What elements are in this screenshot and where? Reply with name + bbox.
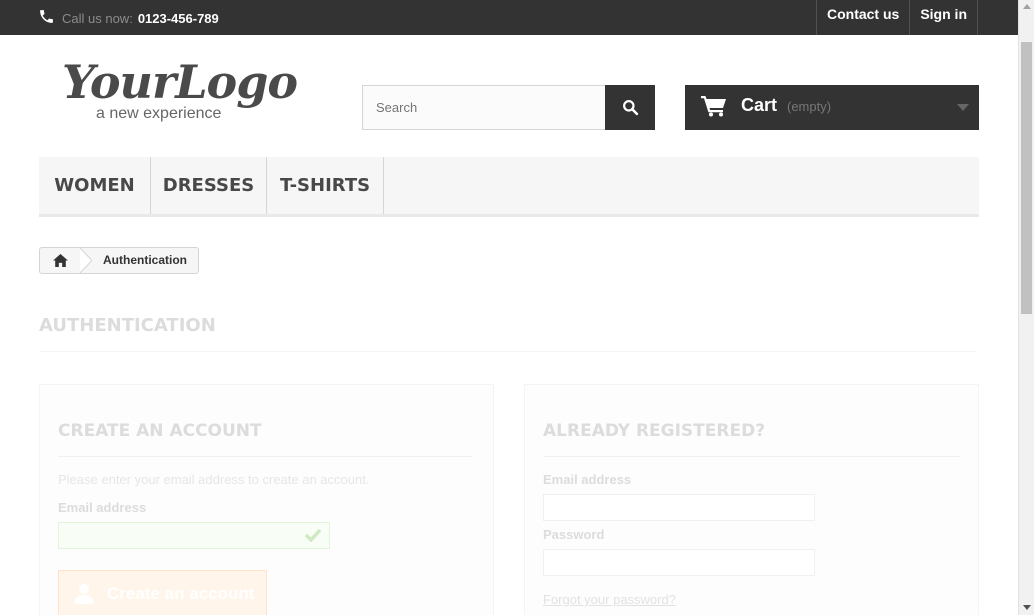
password-field[interactable]	[543, 549, 815, 576]
vertical-scrollbar[interactable]	[1018, 0, 1034, 615]
scroll-down-arrow[interactable]	[1023, 605, 1031, 610]
top-nav: Contact us Sign in	[815, 0, 978, 35]
menu-item-dresses[interactable]: DRESSES	[151, 157, 267, 214]
breadcrumb-home[interactable]	[40, 248, 80, 273]
cart-icon	[701, 96, 726, 117]
forgot-password-link[interactable]: Forgot your password?	[543, 592, 676, 607]
logo-tagline: a new experience	[96, 105, 222, 122]
create-account-box: CREATE AN ACCOUNT Please enter your emai…	[39, 384, 494, 615]
user-icon	[74, 584, 94, 604]
create-email-label: Email address	[58, 500, 147, 515]
password-label: Password	[543, 527, 605, 542]
phone-icon	[40, 9, 53, 23]
search-input[interactable]	[362, 85, 606, 130]
create-account-heading: CREATE AN ACCOUNT	[58, 421, 262, 441]
search-icon	[622, 100, 638, 116]
main-menu: WOMEN DRESSES T-SHIRTS	[39, 157, 979, 217]
cart-label: Cart	[741, 95, 778, 115]
create-account-description: Please enter your email address to creat…	[58, 472, 370, 487]
menu-item-t-shirts[interactable]: T-SHIRTS	[267, 157, 384, 214]
breadcrumb: Authentication	[39, 247, 199, 274]
top-bar: Call us now: 0123-456-789 Contact us Sig…	[0, 0, 1018, 35]
contact-us-link[interactable]: Contact us	[815, 0, 909, 35]
cart-status: (empty)	[787, 99, 832, 114]
menu-item-women[interactable]: WOMEN	[39, 157, 151, 214]
site-logo[interactable]: YourLogo a new experience	[60, 55, 300, 125]
home-icon	[52, 254, 68, 267]
phone-number: 0123-456-789	[137, 10, 219, 26]
login-email-field[interactable]	[543, 494, 815, 521]
login-box: ALREADY REGISTERED? Email address Passwo…	[524, 384, 979, 615]
logo-title: YourLogo	[62, 55, 298, 109]
create-account-button-label: Create an account	[107, 584, 255, 603]
check-icon	[304, 528, 322, 542]
divider	[58, 456, 473, 457]
caret-down-icon[interactable]	[957, 104, 969, 111]
login-email-label: Email address	[543, 472, 632, 487]
sign-in-link[interactable]: Sign in	[909, 0, 978, 35]
create-email-field[interactable]	[58, 522, 330, 549]
scroll-up-arrow[interactable]	[1023, 4, 1031, 9]
cart-block[interactable]: Cart (empty)	[685, 85, 979, 130]
phone-label: Call us now:	[62, 10, 133, 26]
divider	[543, 456, 961, 457]
phone-info: Call us now: 0123-456-789	[38, 5, 219, 27]
search-button[interactable]	[605, 85, 655, 130]
search-form	[362, 85, 655, 130]
login-heading: ALREADY REGISTERED?	[543, 421, 766, 441]
breadcrumb-separator	[80, 248, 92, 273]
scroll-thumb[interactable]	[1021, 42, 1032, 314]
create-account-button[interactable]: Create an account	[58, 570, 267, 615]
breadcrumb-current: Authentication	[103, 253, 187, 267]
page-title: AUTHENTICATION	[39, 315, 976, 352]
